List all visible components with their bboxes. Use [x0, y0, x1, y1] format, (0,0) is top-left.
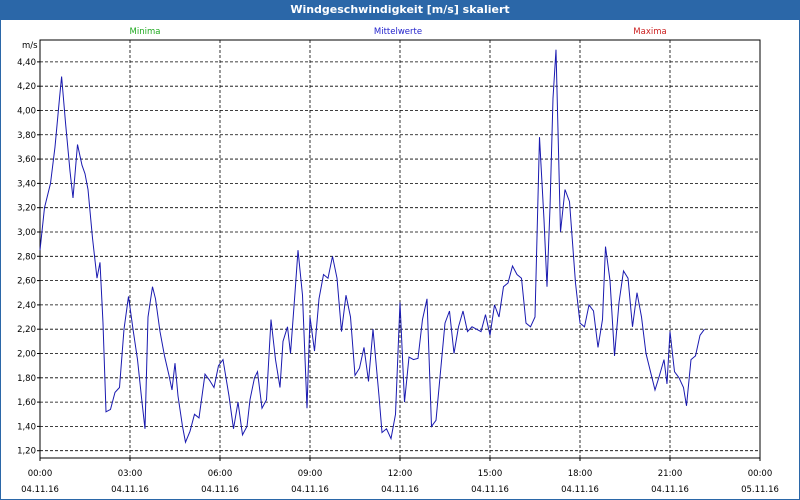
x-tick-date: 04.11.16: [111, 485, 149, 495]
x-tick-date: 04.11.16: [471, 485, 509, 495]
x-tick-time: 00:00: [28, 469, 53, 479]
y-tick-label: 1,80: [17, 374, 36, 384]
y-tick-label: 2,20: [17, 325, 36, 335]
y-tick-label: 3,40: [17, 179, 36, 189]
x-tick-time: 18:00: [568, 469, 593, 479]
grid: [40, 40, 760, 458]
y-ticks: 1,20 1,40 1,60 1,80 2,00 2,20 2,40 2,60 2,80 3,00…: [17, 58, 40, 457]
x-tick-date: 04.11.16: [651, 485, 689, 495]
x-tick-time: 06:00: [208, 469, 233, 479]
legend-minima: Minima: [130, 27, 161, 37]
y-tick-label: 2,80: [17, 252, 36, 262]
x-ticks: 00:00 04.11.16 03:00 04.11.16 06:00 04.11.16 0…: [21, 458, 779, 495]
y-tick-label: 3,80: [17, 131, 36, 141]
series-line-mittelwerte: [39, 49, 705, 444]
y-tick-label: 4,20: [17, 82, 36, 92]
chart-window: Windgeschwindigkeit [m/s] skaliert Minim…: [0, 0, 800, 500]
x-tick-date: 04.11.16: [21, 485, 59, 495]
y-tick-label: 1,20: [17, 447, 36, 457]
x-tick-time: 03:00: [118, 469, 143, 479]
x-tick-time: 09:00: [298, 469, 323, 479]
y-tick-label: 2,60: [17, 277, 36, 287]
y-tick-label: 3,60: [17, 155, 36, 165]
y-tick-label: 3,00: [17, 228, 36, 238]
x-tick-time: 00:00: [748, 469, 773, 479]
y-tick-label: 1,60: [17, 398, 36, 408]
chart-svg: Minima Mittelwerte Maxima m/s 1,201,401,…: [0, 0, 800, 500]
y-tick-label: 4,40: [17, 58, 36, 68]
y-tick-label: 1,40: [17, 422, 36, 432]
legend-maxima: Maxima: [633, 27, 666, 37]
y-tick-label: 3,20: [17, 204, 36, 214]
x-tick-date: 04.11.16: [201, 485, 239, 495]
legend-mittelwerte: Mittelwerte: [374, 27, 422, 37]
y-axis-unit: m/s: [22, 41, 38, 51]
x-tick-date: 04.11.16: [291, 485, 329, 495]
x-tick-time: 12:00: [388, 469, 413, 479]
x-tick-date: 04.11.16: [381, 485, 419, 495]
y-tick-label: 2,40: [17, 301, 36, 311]
x-tick-time: 21:00: [658, 469, 683, 479]
x-tick-date: 05.11.16: [741, 485, 779, 495]
x-tick-time: 15:00: [478, 469, 503, 479]
y-tick-label: 2,00: [17, 350, 36, 360]
x-tick-date: 04.11.16: [561, 485, 599, 495]
y-tick-label: 4,00: [17, 106, 36, 116]
